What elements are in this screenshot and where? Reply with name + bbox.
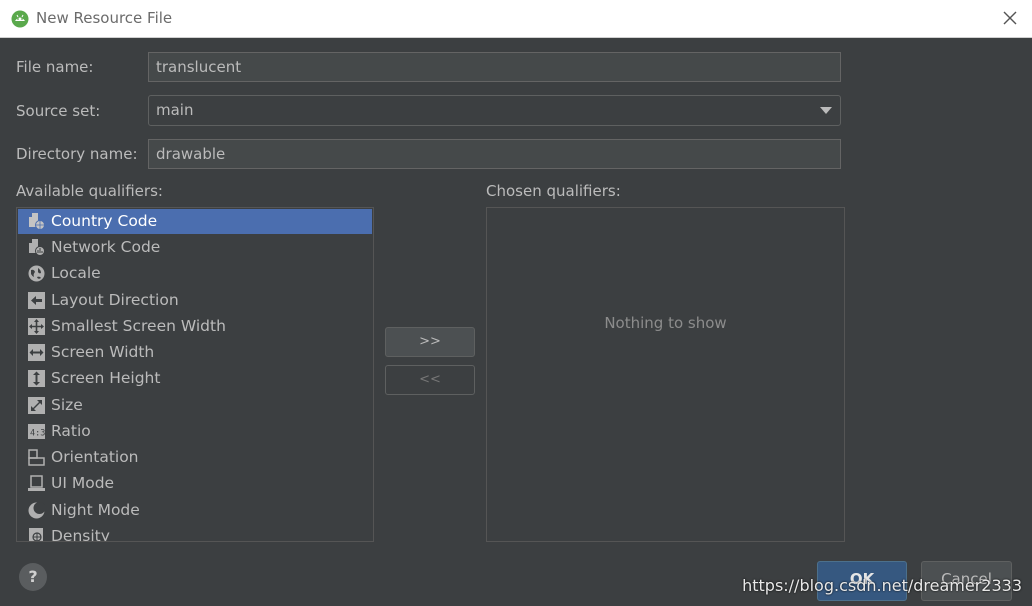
qualifier-network-code[interactable]: Network Code — [18, 235, 372, 260]
empty-state-text: Nothing to show — [604, 314, 727, 332]
source-set-label: Source set: — [16, 102, 101, 120]
chosen-qualifiers-list[interactable]: Nothing to show — [486, 207, 845, 542]
qualifier-label: Layout Direction — [51, 291, 179, 309]
add-qualifier-button[interactable]: >> — [385, 327, 475, 357]
title-bar: New Resource File — [0, 0, 1032, 38]
qualifier-night-mode[interactable]: Night Mode — [18, 498, 372, 523]
svg-text:4:3: 4:3 — [30, 429, 45, 439]
density-icon — [29, 528, 43, 541]
qualifier-label: Night Mode — [51, 501, 140, 519]
qualifier-label: UI Mode — [51, 474, 115, 492]
window-title: New Resource File — [36, 9, 173, 27]
chosen-qualifiers-label: Chosen qualifiers: — [486, 182, 621, 200]
directory-name-label: Directory name: — [16, 145, 138, 163]
qualifier-screen-width[interactable]: Screen Width — [18, 340, 372, 365]
help-button[interactable]: ? — [19, 563, 47, 591]
remove-qualifier-button[interactable]: << — [385, 365, 475, 395]
qualifier-label: Locale — [51, 264, 101, 282]
screen-width-icon — [28, 344, 45, 361]
qualifier-label: Screen Width — [51, 343, 155, 361]
directory-name-input[interactable]: drawable — [148, 139, 841, 169]
smallest-screen-width-icon — [28, 318, 45, 335]
source-set-dropdown[interactable]: main — [148, 95, 841, 126]
available-qualifiers-list[interactable]: Country Code Network Code Locale Layout … — [16, 207, 374, 542]
qualifier-label: Country Code — [51, 212, 158, 230]
source-set-value: main — [156, 101, 194, 119]
available-qualifiers-label: Available qualifiers: — [16, 182, 163, 200]
qualifier-ui-mode[interactable]: UI Mode — [18, 471, 372, 496]
watermark: https://blog.csdn.net/dreamer2333 — [742, 576, 1022, 595]
qualifier-smallest-screen-width[interactable]: Smallest Screen Width — [18, 314, 372, 339]
qualifier-screen-height[interactable]: Screen Height — [18, 366, 372, 391]
globe-icon — [28, 265, 45, 282]
qualifier-label: Smallest Screen Width — [51, 317, 226, 335]
file-name-input[interactable]: translucent — [148, 52, 841, 82]
screen-height-icon — [28, 370, 45, 387]
ratio-icon: 4:3 — [28, 424, 45, 439]
size-icon — [28, 397, 45, 414]
qualifier-label: Network Code — [51, 238, 161, 256]
country-code-icon — [29, 213, 45, 230]
close-icon[interactable] — [1000, 8, 1020, 28]
chevron-down-icon — [820, 107, 832, 114]
qualifier-label: Size — [51, 396, 83, 414]
qualifier-ratio[interactable]: 4:3 Ratio — [18, 419, 372, 444]
qualifier-locale[interactable]: Locale — [18, 261, 372, 286]
qualifier-country-code[interactable]: Country Code — [18, 209, 372, 234]
night-mode-icon — [28, 502, 45, 519]
network-code-icon — [29, 239, 45, 256]
qualifier-layout-direction[interactable]: Layout Direction — [18, 288, 372, 313]
qualifier-density[interactable]: Density — [18, 524, 372, 542]
qualifier-size[interactable]: Size — [18, 393, 372, 418]
layout-direction-icon — [28, 292, 45, 309]
qualifier-label: Screen Height — [51, 369, 161, 387]
file-name-label: File name: — [16, 58, 94, 76]
orientation-icon — [28, 449, 45, 466]
qualifier-orientation[interactable]: Orientation — [18, 445, 372, 470]
qualifier-label: Density — [51, 527, 110, 542]
ui-mode-icon — [28, 475, 45, 491]
qualifier-label: Ratio — [51, 422, 91, 440]
qualifier-label: Orientation — [51, 448, 139, 466]
android-studio-icon — [11, 10, 29, 28]
